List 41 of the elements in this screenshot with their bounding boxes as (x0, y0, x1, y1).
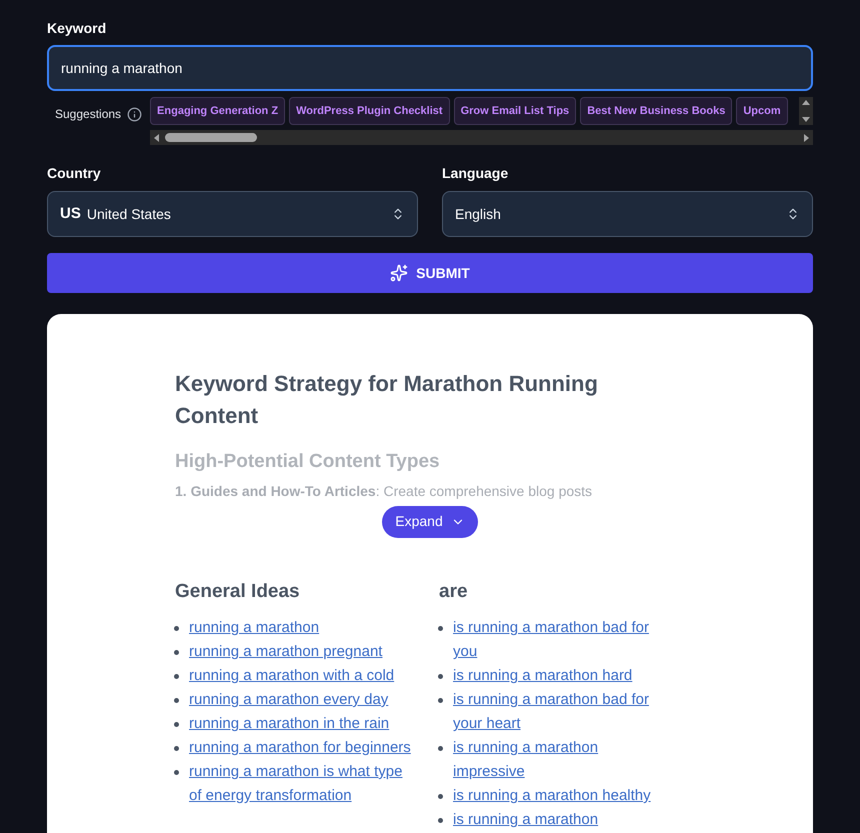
language-label: Language (442, 164, 508, 183)
suggestion-chip[interactable]: WordPress Plugin Checklist (289, 97, 450, 125)
horizontal-scrollbar[interactable] (150, 130, 813, 145)
group-heading: are (439, 580, 468, 604)
keyword-link[interactable]: running a marathon pregnant (189, 640, 392, 664)
country-label: Country (47, 164, 101, 183)
keyword-link[interactable]: running a marathon (189, 616, 330, 640)
keyword-link[interactable]: running a marathon with a cold (189, 664, 404, 688)
scroll-up-arrow-icon[interactable] (802, 100, 810, 105)
suggestion-chip[interactable]: Engaging Generation Z (150, 97, 286, 125)
keyword-link[interactable]: is running a marathon (453, 808, 608, 832)
keyword-link[interactable]: running a marathon in the rain (189, 712, 400, 736)
keyword-link[interactable]: running a marathon is what type of energy transformation (189, 760, 429, 808)
keyword-link[interactable]: is running a marathon healthy (453, 784, 661, 808)
keyword-label: Keyword (47, 19, 106, 38)
suggestion-chip[interactable]: Best New Business Books (580, 97, 732, 125)
country-value: United States (86, 204, 171, 224)
scrollbar-thumb[interactable] (165, 133, 258, 142)
country-select[interactable]: US United States (47, 191, 418, 237)
country-code: US (60, 204, 81, 224)
keyword-input[interactable]: running a marathon (47, 45, 813, 91)
group-heading: General Ideas (175, 580, 300, 604)
language-select[interactable]: English (442, 191, 813, 237)
language-value: English (455, 204, 501, 224)
result-subtitle: High-Potential Content Types (175, 450, 441, 474)
expand-button[interactable]: Expand (382, 506, 478, 538)
scroll-down-arrow-icon[interactable] (802, 117, 810, 122)
keyword-link[interactable]: is running a marathon hard (453, 664, 642, 688)
suggestions-label: Suggestions (55, 106, 122, 123)
info-icon[interactable] (127, 106, 142, 122)
result-title: Keyword Strategy for Marathon Running Content (175, 370, 599, 430)
sparkles-icon (390, 264, 408, 282)
scroll-left-arrow-icon[interactable] (154, 134, 160, 142)
keyword-link[interactable]: running a marathon for beginners (189, 736, 421, 760)
vertical-scrollbar[interactable] (799, 97, 813, 125)
suggestion-chip[interactable]: Upcom (736, 97, 788, 125)
submit-button[interactable]: SUBMIT (47, 253, 813, 293)
suggestion-chip[interactable]: Grow Email List Tips (454, 97, 576, 125)
result-excerpt: 1. Guides and How-To Articles: Create comprehensive blog posts (175, 482, 594, 501)
keyword-link[interactable]: running a marathon every day (189, 688, 398, 712)
scroll-right-arrow-icon[interactable] (804, 134, 809, 142)
